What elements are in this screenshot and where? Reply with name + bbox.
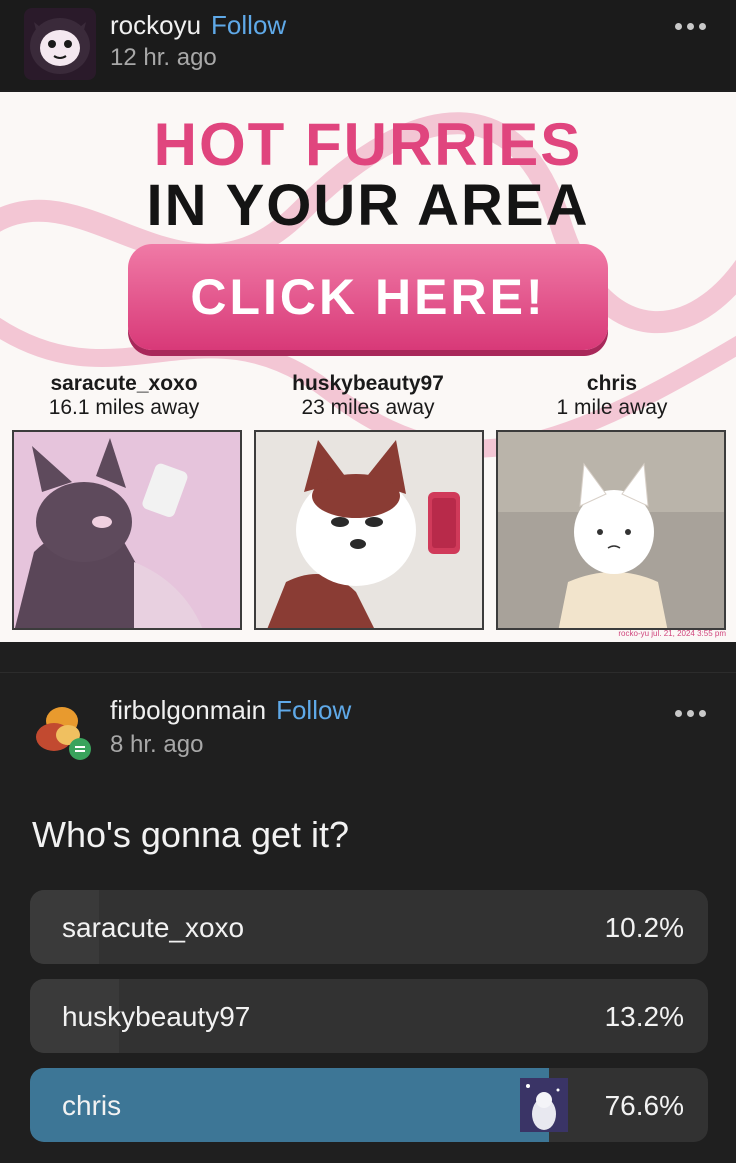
post1-follow-button[interactable]: Follow	[211, 10, 286, 41]
profile-name: chris	[586, 372, 638, 395]
post2-username[interactable]: firbolgonmain	[110, 695, 266, 726]
profile-chris: chris 1 mile away	[496, 372, 728, 420]
profile-name: saracute_xoxo	[50, 372, 198, 395]
poll-option-saracute[interactable]: saracute_xoxo 10.2%	[30, 890, 708, 964]
profile-name: huskybeauty97	[292, 372, 444, 395]
firbolgonmain-avatar[interactable]	[24, 691, 96, 763]
post2-header: firbolgonmain Follow 8 hr. ago	[0, 672, 736, 782]
poll-option-label: huskybeauty97	[62, 1001, 251, 1032]
rockoyu-avatar[interactable]	[24, 8, 96, 80]
profile-distance: 23 miles away	[301, 396, 435, 419]
post2-timestamp: 8 hr. ago	[110, 731, 204, 758]
click-here-button: CLICK HERE!	[128, 244, 608, 350]
click-here-label: CLICK HERE!	[190, 269, 546, 325]
post1-header: rockoyu Follow 12 hr. ago	[0, 0, 736, 90]
post1-username[interactable]: rockoyu	[110, 10, 201, 41]
ad-title-line2: IN YOUR AREA	[146, 173, 590, 238]
ad-title-line1: HOT FURRIES	[153, 111, 583, 178]
poll-option-label: saracute_xoxo	[62, 912, 245, 943]
poll-question: Who's gonna get it?	[32, 814, 350, 855]
profile-distance: 16.1 miles away	[48, 396, 200, 419]
post2-follow-button[interactable]: Follow	[276, 695, 351, 726]
poll-option-percent: 76.6%	[604, 1090, 684, 1121]
poll-option-huskybeauty[interactable]: huskybeauty97 13.2%	[30, 979, 708, 1053]
poll-option-percent: 10.2%	[604, 912, 684, 943]
poll-option-percent: 13.2%	[604, 1001, 684, 1032]
ad-image: HOT FURRIES IN YOUR AREA CLICK HERE! sar…	[0, 92, 736, 642]
profile-distance: 1 mile away	[556, 396, 668, 419]
post2-more-options-icon[interactable]	[668, 703, 712, 723]
chris-portrait	[496, 430, 726, 630]
huskybeauty-portrait	[254, 430, 484, 630]
poll-option-chris[interactable]: chris 76.6%	[30, 1068, 708, 1142]
voter-avatar	[520, 1078, 568, 1132]
post1-more-options-icon[interactable]	[668, 16, 712, 36]
poll-option-label: chris	[62, 1090, 122, 1121]
saracute-portrait	[12, 430, 242, 630]
profile-saracute: saracute_xoxo 16.1 miles away	[8, 372, 240, 420]
profile-huskybeauty: huskybeauty97 23 miles away	[252, 372, 484, 420]
watermark: rocko-yu jul. 21, 2024 3:55 pm	[618, 629, 726, 638]
post1-timestamp: 12 hr. ago	[110, 44, 217, 71]
